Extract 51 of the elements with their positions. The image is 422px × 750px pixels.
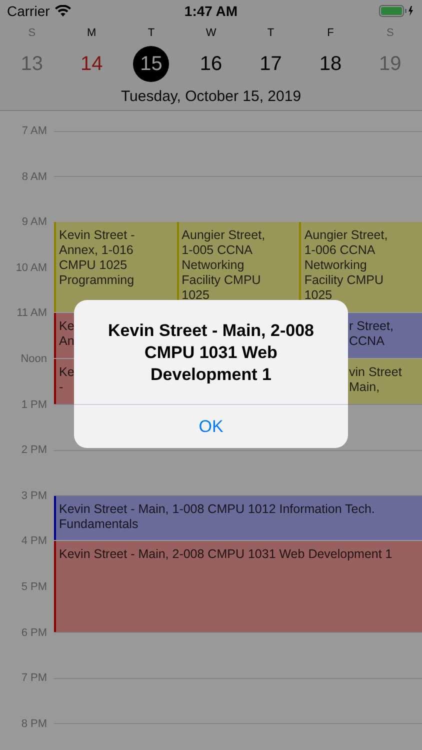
hour-label: 4 PM [20,534,47,550]
hour-label: Noon [20,352,47,367]
day-number[interactable]: 15 [133,46,170,82]
event-block[interactable]: Ke An [54,313,74,358]
weekday-letter: T [267,26,274,40]
day-number[interactable]: 14 [74,46,110,82]
alert-title: Kevin Street - Main, 2-008 CMPU 1031 Web Development 1 [107,320,315,386]
day-number[interactable]: 13 [14,46,50,82]
day-number[interactable]: 16 [193,46,230,82]
hour-label: 5 PM [20,580,47,595]
event-block[interactable]: r Street, CCNA [348,313,422,358]
weekday-letter: M [86,26,96,40]
day-number[interactable]: 18 [312,46,348,82]
hour-label: 7 PM [20,671,47,686]
event-title: Aungier Street, 1-006 CCNA Networking Facility CMPU 1025 [303,227,389,304]
event-block[interactable]: Ke - [54,359,74,404]
wifi-icon [54,5,71,17]
hour-label: 1 PM [20,398,47,413]
event-block[interactable]: Kevin Street - Main, 2-008 CMPU 1031 Web Development 1 [54,541,422,632]
status-time: 1:47 AM [184,2,238,20]
weekday-letter: W [206,26,216,40]
weekday-letter: F [327,26,334,40]
date-title: Tuesday, October 15, 2019 [120,87,302,107]
hour-label: 9 AM [20,215,47,230]
hour-label: 2 PM [20,443,47,458]
hour-label: 11 AM [16,306,47,322]
event-block[interactable]: vin Street Main, [348,359,422,404]
hour-label: 8 AM [20,170,47,185]
event-title: Ke An [58,318,74,350]
event-title: Kevin Street - Main, 2-008 CMPU 1031 Web Development 1 [58,546,394,562]
carrier-label: Carrier [7,2,50,20]
event-block[interactable]: Kevin Street - Main, 1-008 CMPU 1012 Information Tech. Fundamentals [54,496,422,540]
hour-label: 3 PM [20,488,47,504]
hour-label: 7 AM [20,124,47,139]
event-title: Ke - [58,364,74,395]
event-title: Kevin Street - Main, 1-008 CMPU 1012 Information Tech. Fundamentals [58,500,376,532]
day-number[interactable]: 17 [252,46,289,82]
hour-label: 10 AM [14,260,47,276]
hour-label: 6 PM [20,626,47,641]
weekday-letter: S [386,26,394,40]
battery-charging-icon [378,5,415,17]
event-title: vin Street Main, [348,364,402,395]
event-title: Aungier Street, 1-005 CCNA Networking Facility CMPU 1025 [180,227,266,304]
weekday-letter: T [148,26,155,40]
event-title: Kevin Street - Annex, 1-016 CMPU 1025 Programming [58,227,136,288]
event-title: r Street, CCNA [348,318,394,350]
event-block[interactable]: Aungier Street, 1-006 CCNA Networking Facility CMPU 1025 [299,222,422,312]
ok-button[interactable]: OK [74,404,348,448]
hour-label: 8 PM [20,716,47,732]
day-number[interactable]: 19 [372,46,408,82]
weekday-letter: S [28,26,36,40]
